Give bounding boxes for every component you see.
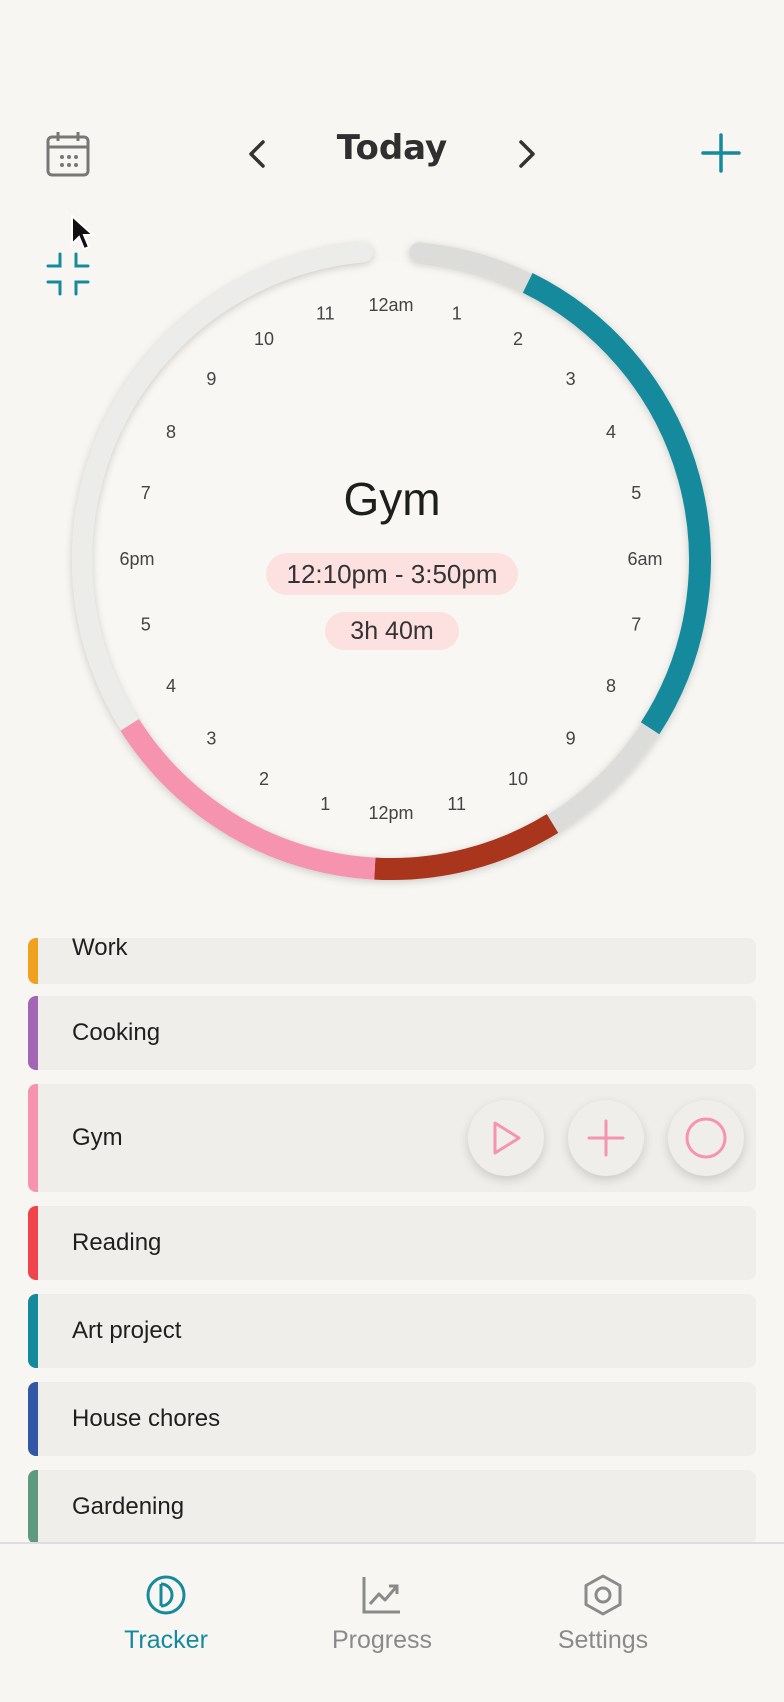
dial-hour-label: 4: [606, 422, 616, 442]
plus-icon: [587, 1119, 625, 1157]
dial-hour-label: 6pm: [119, 549, 154, 569]
dial-hour-label: 6am: [627, 549, 662, 569]
play-icon: [493, 1121, 521, 1155]
dial-hour-label: 3: [566, 369, 576, 389]
gear-icon: [584, 1574, 622, 1616]
tab-settings[interactable]: Settings: [503, 1574, 703, 1655]
activity-list[interactable]: Work Cooking Gym Reading Art project Hou…: [28, 938, 756, 1542]
dial-hour-label: 2: [259, 769, 269, 789]
activity-label: Reading: [72, 1229, 162, 1256]
activity-row-gym[interactable]: Gym: [28, 1084, 756, 1192]
activity-row-house-chores[interactable]: House chores: [28, 1382, 756, 1456]
activity-row-gardening[interactable]: Gardening: [28, 1470, 756, 1542]
add-time-button[interactable]: [568, 1100, 644, 1176]
dial-hour-label: 8: [166, 422, 176, 442]
record-button[interactable]: [668, 1100, 744, 1176]
dial-hour-label: 7: [631, 614, 641, 634]
dial-hour-label: 12am: [368, 295, 413, 315]
dial-hour-label: 10: [508, 769, 528, 789]
activity-label: House chores: [72, 1405, 221, 1432]
activity-color-bar: [28, 996, 38, 1070]
dial-hour-label: 9: [206, 369, 216, 389]
tab-label: Tracker: [124, 1626, 208, 1654]
dial-hour-label: 8: [606, 676, 616, 696]
chart-icon: [362, 1577, 400, 1614]
dial-hour-label: 10: [254, 329, 274, 349]
start-timer-button[interactable]: [468, 1100, 544, 1176]
dial-hour-label: 5: [141, 614, 151, 634]
circle-icon: [685, 1117, 727, 1159]
activity-color-bar: [28, 1084, 38, 1192]
activity-row-art-project[interactable]: Art project: [28, 1294, 756, 1368]
activity-label: Art project: [72, 1317, 182, 1344]
activity-label: Cooking: [72, 1019, 161, 1046]
activity-row-work[interactable]: Work: [28, 938, 756, 984]
dial-hour-label: 2: [513, 329, 523, 349]
dial-hour-label: 1: [320, 794, 330, 814]
time-range-pill[interactable]: 12:10pm - 3:50pm: [266, 553, 518, 595]
activity-row-reading[interactable]: Reading: [28, 1206, 756, 1280]
activity-color-bar: [28, 938, 38, 984]
tab-label: Progress: [331, 1626, 433, 1654]
tab-tracker[interactable]: Tracker: [66, 1574, 266, 1655]
activity-label: Gardening: [72, 1493, 185, 1520]
duration-pill[interactable]: 3h 40m: [325, 612, 459, 650]
activity-row-cooking[interactable]: Cooking: [28, 996, 756, 1070]
dial-hour-label: 1: [452, 303, 462, 323]
dial-hour-label: 3: [206, 728, 216, 748]
dial-hour-label: 11: [447, 794, 466, 814]
dial-hour-label: 12pm: [368, 803, 413, 823]
tracker-icon: [146, 1575, 186, 1615]
dial-hour-label: 4: [166, 676, 176, 696]
dial-hour-label: 11: [316, 303, 335, 323]
selected-activity-title: Gym: [343, 473, 441, 525]
activity-label: Work: [72, 938, 128, 961]
clock-dial[interactable]: 12am 123456am789101112pm123456pm7891011: [0, 0, 784, 900]
activity-color-bar: [28, 1470, 38, 1542]
activity-color-bar: [28, 1206, 38, 1280]
dial-hour-label: 9: [566, 728, 576, 748]
tab-label: Settings: [557, 1626, 649, 1654]
activity-label: Gym: [72, 1124, 123, 1151]
activity-color-bar: [28, 1294, 38, 1368]
tab-progress[interactable]: Progress: [282, 1574, 482, 1655]
activity-color-bar: [28, 1382, 38, 1456]
bottom-navigation: Tracker Progress Settings: [0, 1542, 784, 1702]
